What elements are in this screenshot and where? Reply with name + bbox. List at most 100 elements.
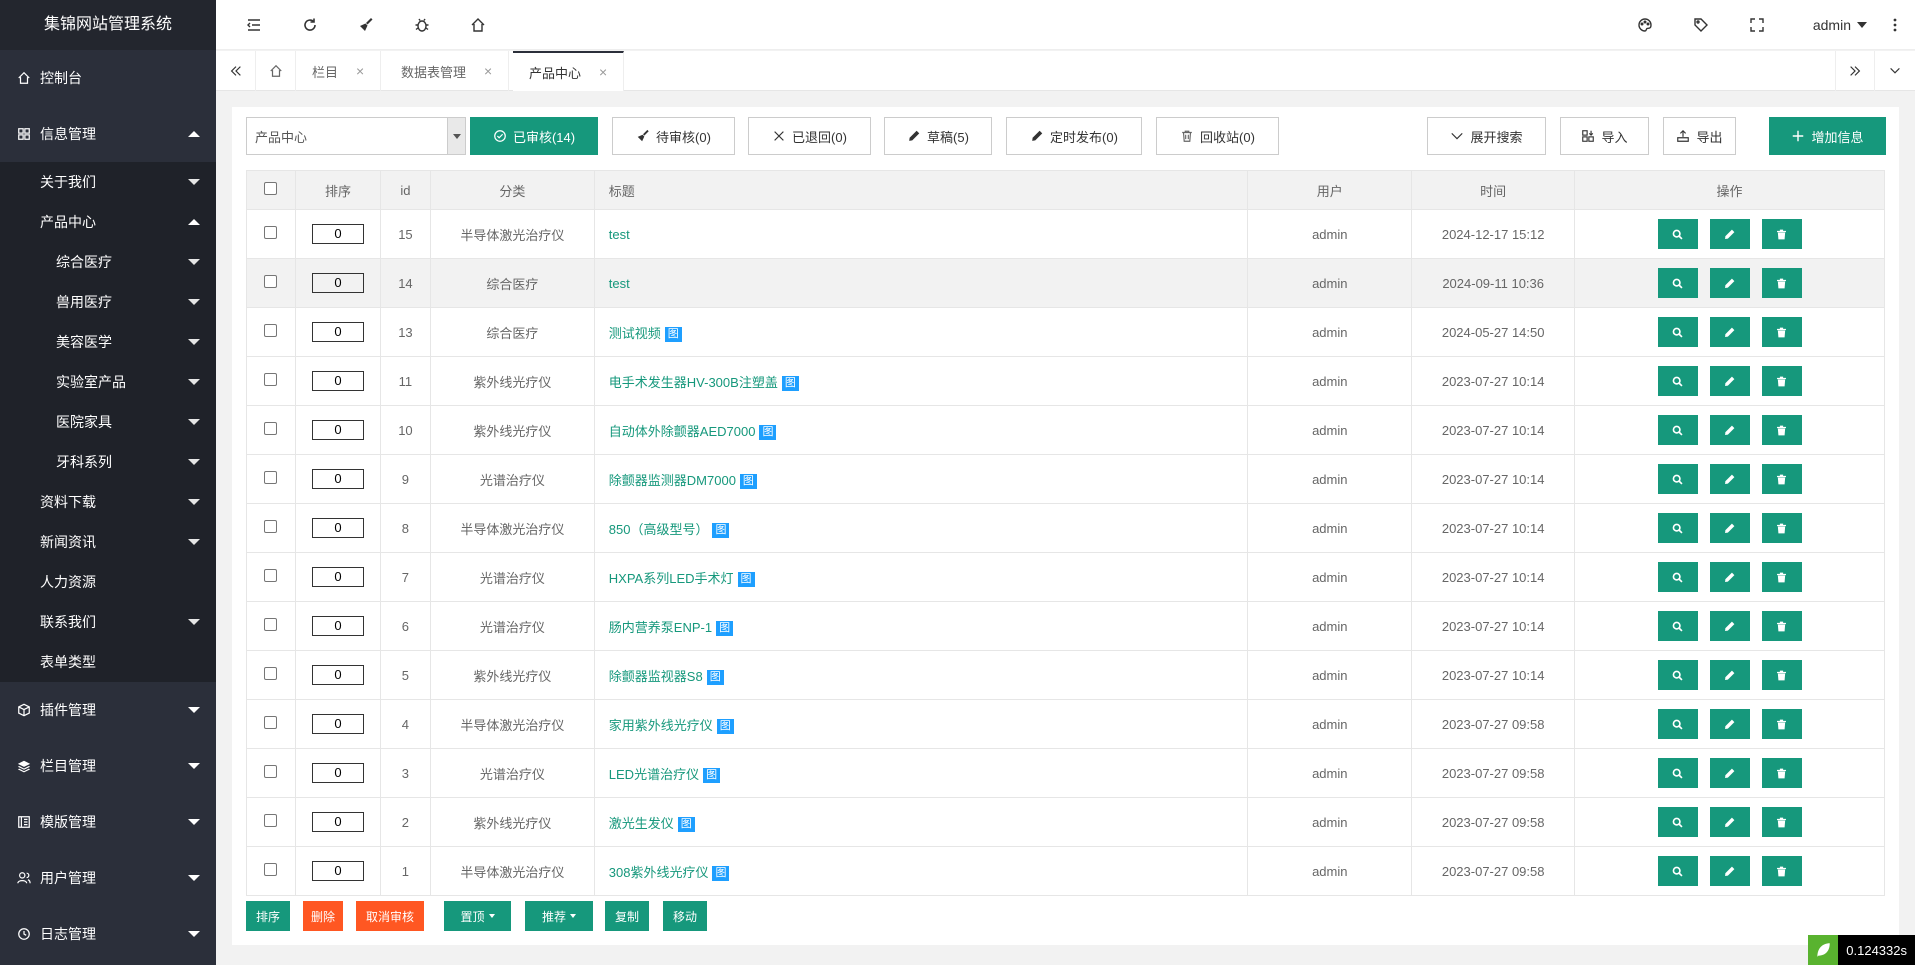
sort-input[interactable]: 0 [311, 616, 364, 636]
delete-row-button[interactable] [1761, 562, 1802, 592]
sidebar-item-product-cat[interactable]: 综合医疗 [0, 242, 216, 282]
column-header[interactable]: id [379, 170, 431, 210]
delete-row-button[interactable] [1761, 268, 1802, 298]
row-checkbox[interactable] [264, 716, 278, 729]
delete-row-button[interactable] [1761, 709, 1802, 739]
row-checkbox[interactable] [264, 471, 278, 484]
title-link[interactable]: 除颤器监视器S8 [609, 669, 703, 684]
row-checkbox[interactable] [264, 520, 278, 533]
column-header[interactable]: 排序 [294, 170, 381, 210]
sidebar-item-plugins[interactable]: 插件管理 [0, 682, 216, 738]
sort-input[interactable]: 0 [311, 812, 364, 832]
delete-row-button[interactable] [1761, 317, 1802, 347]
sidebar-item-product-cat[interactable]: 牙科系列 [0, 442, 216, 482]
edit-button[interactable] [1709, 709, 1750, 739]
delete-row-button[interactable] [1761, 660, 1802, 690]
close-icon[interactable]: × [356, 63, 364, 79]
fullscreen-button[interactable] [1737, 0, 1777, 50]
title-link[interactable]: 家用紫外线光疗仪 [609, 718, 713, 733]
view-button[interactable] [1657, 807, 1698, 837]
sort-input[interactable]: 0 [311, 861, 364, 881]
home-button[interactable] [458, 0, 498, 50]
delete-row-button[interactable] [1761, 611, 1802, 641]
title-link[interactable]: 308紫外线光疗仪 [609, 865, 709, 880]
expand-search-button[interactable]: 展开搜索 [1427, 117, 1546, 155]
title-link[interactable]: 测试视频 [609, 326, 661, 341]
sidebar-item-forms[interactable]: 表单类型 [0, 642, 216, 682]
sidebar-item-product-cat[interactable]: 兽用医疗 [0, 282, 216, 322]
title-link[interactable]: 激光生发仪 [609, 816, 674, 831]
edit-button[interactable] [1709, 268, 1750, 298]
category-select[interactable]: 产品中心 [246, 117, 466, 155]
sidebar-item-templates[interactable]: 模版管理 [0, 794, 216, 850]
filter-recycle-button[interactable]: 回收站(0) [1156, 117, 1279, 155]
tabs-scroll-right-button[interactable] [1835, 51, 1875, 91]
sidebar-item-contact[interactable]: 联系我们 [0, 602, 216, 642]
sort-input[interactable]: 0 [311, 420, 364, 440]
title-link[interactable]: 850（高级型号） [609, 522, 709, 537]
edit-button[interactable] [1709, 513, 1750, 543]
view-button[interactable] [1657, 856, 1698, 886]
pin-dropdown-button[interactable]: 置顶 [444, 901, 511, 931]
view-button[interactable] [1657, 611, 1698, 641]
delete-button[interactable]: 删除 [303, 901, 343, 931]
sidebar-item-product-cat[interactable]: 实验室产品 [0, 362, 216, 402]
close-icon[interactable]: × [599, 64, 607, 80]
delete-row-button[interactable] [1761, 856, 1802, 886]
edit-button[interactable] [1709, 317, 1750, 347]
view-button[interactable] [1657, 219, 1698, 249]
more-button[interactable] [1875, 0, 1915, 50]
view-button[interactable] [1657, 758, 1698, 788]
edit-button[interactable] [1709, 415, 1750, 445]
row-checkbox[interactable] [264, 765, 278, 778]
edit-button[interactable] [1709, 660, 1750, 690]
filter-scheduled-button[interactable]: 定时发布(0) [1006, 117, 1142, 155]
tabs-menu-button[interactable] [1875, 51, 1915, 91]
edit-button[interactable] [1709, 611, 1750, 641]
sidebar-item-info[interactable]: 信息管理 [0, 106, 216, 162]
title-link[interactable]: 除颤器监测器DM7000 [609, 473, 736, 488]
import-button[interactable]: 导入 [1560, 117, 1649, 155]
tab-datatable[interactable]: 数据表管理 × [385, 51, 510, 91]
edit-button[interactable] [1709, 807, 1750, 837]
sort-input[interactable]: 0 [311, 763, 364, 783]
row-checkbox[interactable] [264, 667, 278, 680]
filter-drafts-button[interactable]: 草稿(5) [884, 117, 992, 155]
row-checkbox[interactable] [264, 373, 278, 386]
edit-button[interactable] [1709, 464, 1750, 494]
collapse-menu-button[interactable] [234, 0, 274, 50]
sort-input[interactable]: 0 [311, 665, 364, 685]
title-link[interactable]: test [609, 276, 630, 291]
delete-row-button[interactable] [1761, 219, 1802, 249]
title-link[interactable]: 肠内营养泵ENP-1 [609, 620, 712, 635]
row-checkbox[interactable] [264, 814, 278, 827]
view-button[interactable] [1657, 464, 1698, 494]
delete-row-button[interactable] [1761, 758, 1802, 788]
sort-input[interactable]: 0 [311, 469, 364, 489]
delete-row-button[interactable] [1761, 464, 1802, 494]
title-link[interactable]: LED光谱治疗仪 [609, 767, 699, 782]
sidebar-item-users[interactable]: 用户管理 [0, 850, 216, 906]
tab-products[interactable]: 产品中心 × [513, 51, 625, 91]
sort-input[interactable]: 0 [311, 224, 364, 244]
filter-pending-button[interactable]: 待审核(0) [612, 117, 735, 155]
filter-approved-button[interactable]: 已审核(14) [470, 117, 598, 155]
clear-cache-button[interactable] [346, 0, 386, 50]
sort-input[interactable]: 0 [311, 567, 364, 587]
view-button[interactable] [1657, 660, 1698, 690]
tag-button[interactable] [1681, 0, 1721, 50]
sidebar-item-dashboard[interactable]: 控制台 [0, 50, 216, 106]
sidebar-item-product-cat[interactable]: 医院家具 [0, 402, 216, 442]
copy-button[interactable]: 复制 [605, 901, 649, 931]
view-button[interactable] [1657, 415, 1698, 445]
view-button[interactable] [1657, 268, 1698, 298]
select-all-checkbox[interactable] [264, 182, 278, 195]
theme-button[interactable] [1625, 0, 1665, 50]
sidebar-item-downloads[interactable]: 资料下载 [0, 482, 216, 522]
sort-input[interactable]: 0 [311, 322, 364, 342]
edit-button[interactable] [1709, 562, 1750, 592]
row-checkbox[interactable] [264, 618, 278, 631]
sidebar-item-columns[interactable]: 栏目管理 [0, 738, 216, 794]
view-button[interactable] [1657, 562, 1698, 592]
edit-button[interactable] [1709, 219, 1750, 249]
